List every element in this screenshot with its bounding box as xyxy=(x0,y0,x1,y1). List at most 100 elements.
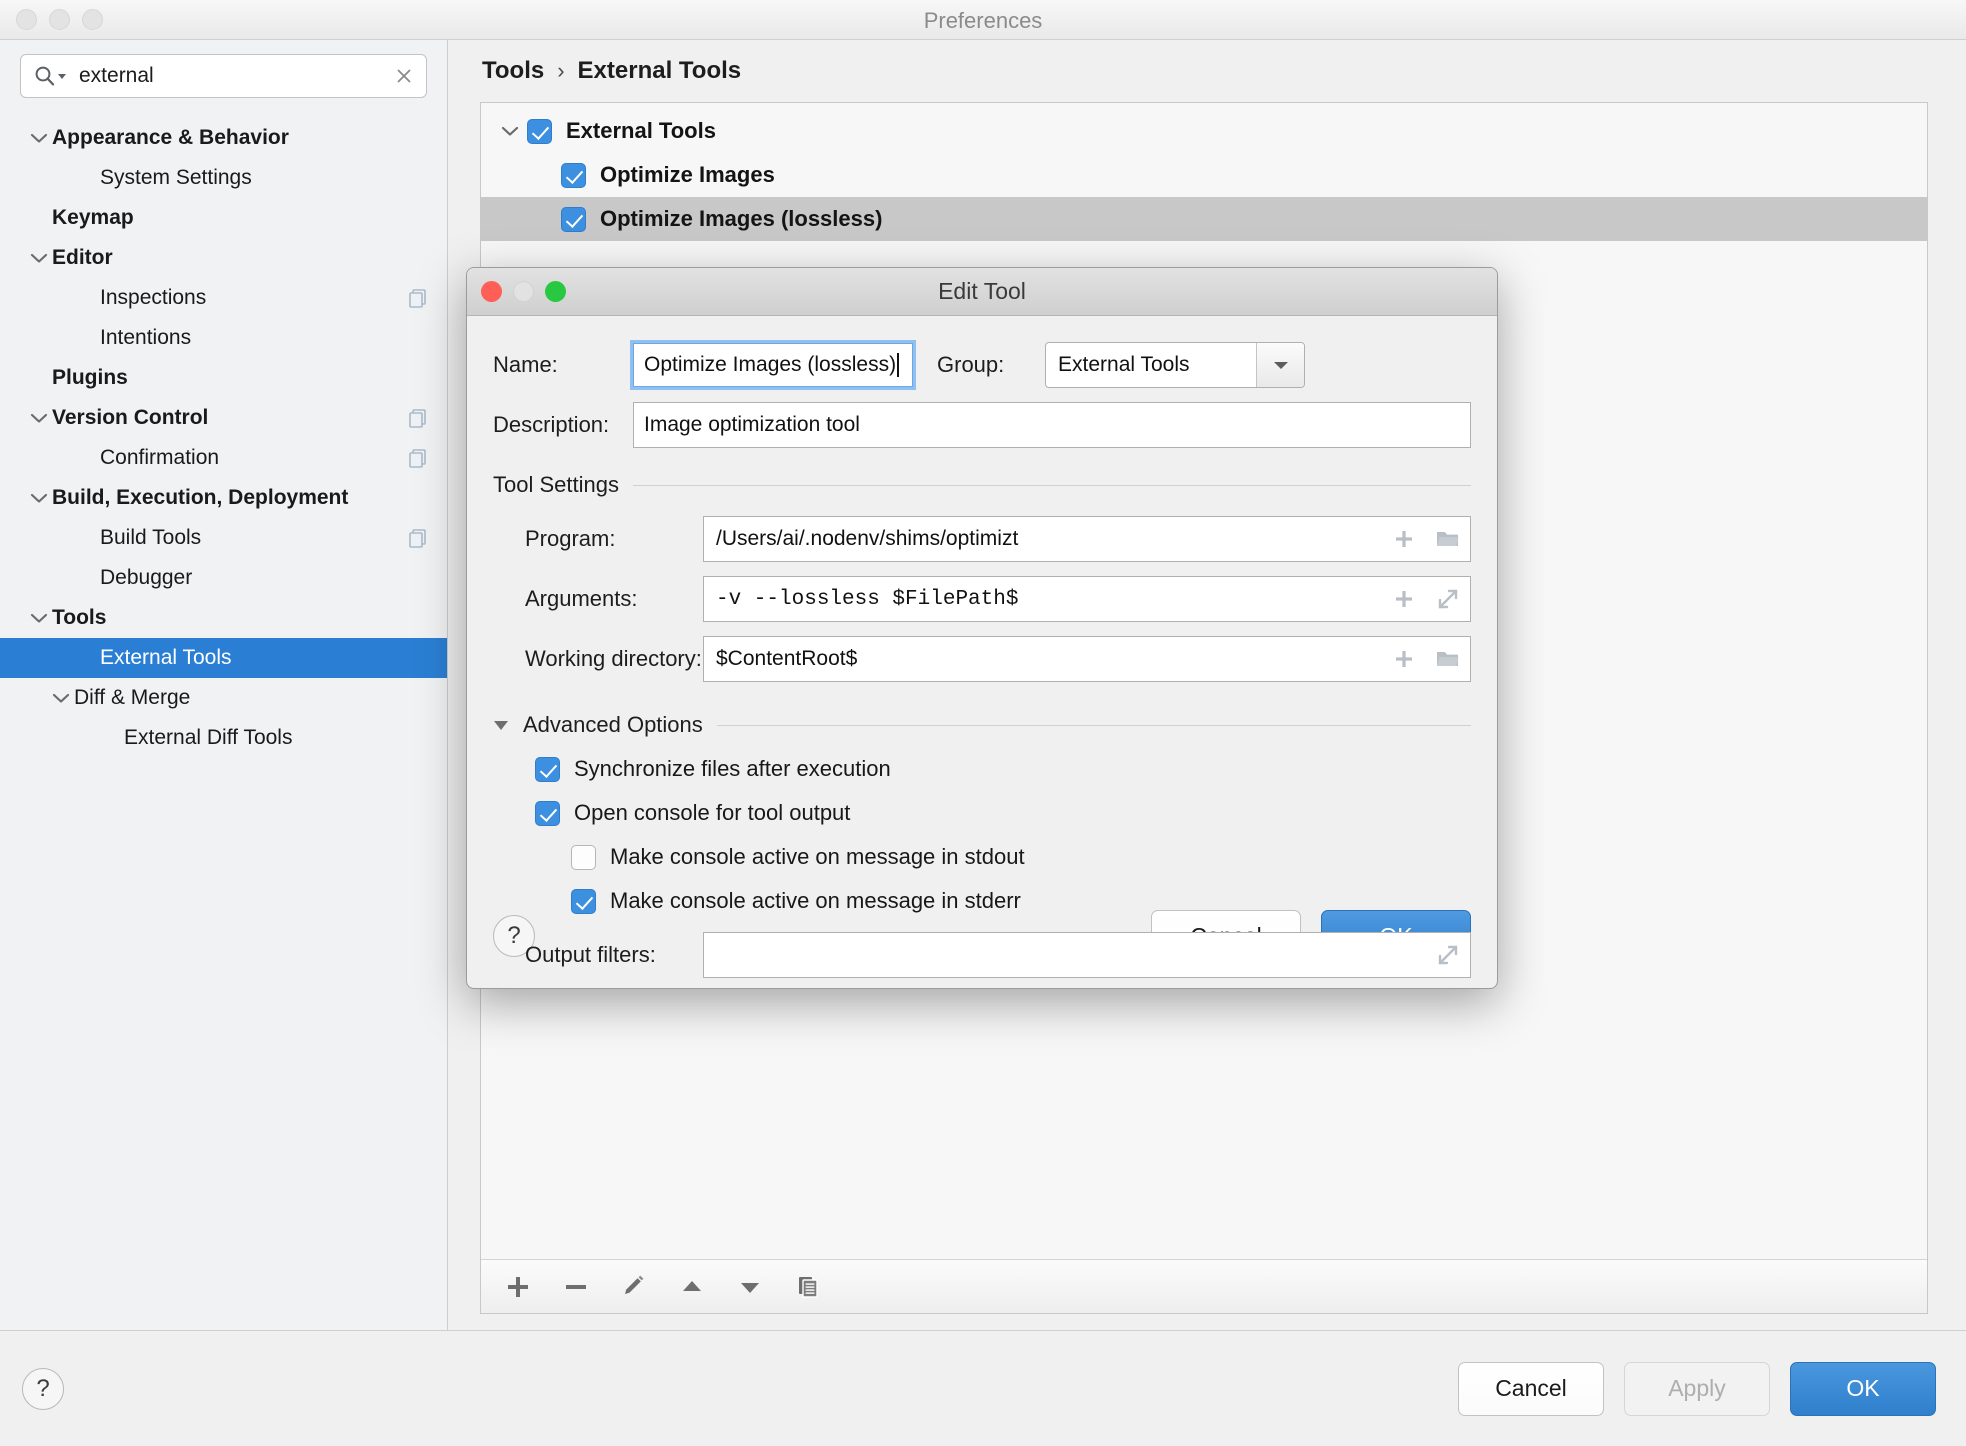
sidebar-item-keymap[interactable]: Keymap xyxy=(0,198,447,238)
sidebar-item-version-control[interactable]: Version Control xyxy=(0,398,447,438)
sidebar-item-inspections[interactable]: Inspections xyxy=(0,278,447,318)
sidebar-item-appearance-behavior[interactable]: Appearance & Behavior xyxy=(0,118,447,158)
tool-settings-section-header: Tool Settings xyxy=(493,472,1471,498)
tool-enabled-checkbox[interactable] xyxy=(561,163,586,188)
program-field[interactable]: /Users/ai/.nodenv/shims/optimizt xyxy=(703,516,1471,562)
chevron-down-icon[interactable] xyxy=(26,411,52,425)
disclosure-triangle-icon[interactable] xyxy=(493,719,509,731)
chevron-down-icon[interactable] xyxy=(1256,343,1304,387)
arguments-input[interactable]: -v --lossless $FilePath$ xyxy=(704,588,1382,611)
insert-macro-icon[interactable] xyxy=(1382,588,1426,610)
browse-folder-icon[interactable] xyxy=(1426,529,1470,549)
chevron-down-icon[interactable] xyxy=(48,691,74,705)
tool-row[interactable]: External Tools xyxy=(481,109,1927,153)
settings-sidebar: external Appearance & BehaviorSystem Set… xyxy=(0,40,448,1330)
sidebar-item-editor[interactable]: Editor xyxy=(0,238,447,278)
program-input[interactable]: /Users/ai/.nodenv/shims/optimizt xyxy=(704,527,1382,551)
copy-icon[interactable] xyxy=(407,287,429,309)
search-icon[interactable] xyxy=(33,64,57,88)
working-directory-input[interactable]: $ContentRoot$ xyxy=(704,647,1382,671)
edit-tool-titlebar: Edit Tool xyxy=(467,268,1497,316)
remove-tool-button[interactable] xyxy=(553,1267,599,1307)
breadcrumb-current: External Tools xyxy=(578,57,742,85)
advanced-option-checkbox[interactable] xyxy=(535,801,560,826)
insert-macro-icon[interactable] xyxy=(1382,528,1426,550)
name-input[interactable]: Optimize Images (lossless) xyxy=(633,343,913,387)
tool-enabled-checkbox[interactable] xyxy=(527,119,552,144)
advanced-option-row[interactable]: Make console active on message in stdout xyxy=(493,844,1471,870)
advanced-option-row[interactable]: Open console for tool output xyxy=(493,800,1471,826)
chevron-down-icon[interactable] xyxy=(26,491,52,505)
sidebar-item-plugins[interactable]: Plugins xyxy=(0,358,447,398)
working-directory-row: Working directory: $ContentRoot$ xyxy=(493,636,1471,682)
advanced-options-section-header[interactable]: Advanced Options xyxy=(493,712,1471,738)
sidebar-item-label: Intentions xyxy=(100,326,429,350)
search-dropdown-arrow[interactable] xyxy=(57,71,67,81)
settings-category-tree[interactable]: Appearance & BehaviorSystem SettingsKeym… xyxy=(0,110,447,1330)
sidebar-item-external-diff-tools[interactable]: External Diff Tools xyxy=(0,718,447,758)
sidebar-item-diff-merge[interactable]: Diff & Merge xyxy=(0,678,447,718)
copy-icon[interactable] xyxy=(407,447,429,469)
sidebar-item-label: Plugins xyxy=(52,366,429,390)
sidebar-item-build-execution-deployment[interactable]: Build, Execution, Deployment xyxy=(0,478,447,518)
copy-icon[interactable] xyxy=(407,527,429,549)
advanced-option-checkbox[interactable] xyxy=(571,845,596,870)
group-select[interactable]: External Tools xyxy=(1045,342,1305,388)
output-filters-field[interactable] xyxy=(703,932,1471,978)
browse-folder-icon[interactable] xyxy=(1426,649,1470,669)
description-label: Description: xyxy=(493,412,633,438)
tool-enabled-checkbox[interactable] xyxy=(561,207,586,232)
group-label: Group: xyxy=(937,352,1045,378)
sidebar-item-label: Version Control xyxy=(52,406,407,430)
sidebar-item-debugger[interactable]: Debugger xyxy=(0,558,447,598)
name-input-value: Optimize Images (lossless) xyxy=(644,353,896,377)
search-box[interactable]: external xyxy=(20,54,427,98)
sidebar-item-build-tools[interactable]: Build Tools xyxy=(0,518,447,558)
tool-row-label: Optimize Images xyxy=(600,162,775,188)
advanced-option-label: Open console for tool output xyxy=(574,800,850,826)
preferences-footer: ? Cancel Apply OK xyxy=(0,1330,1966,1446)
move-up-button[interactable] xyxy=(669,1267,715,1307)
tool-row[interactable]: Optimize Images (lossless) xyxy=(481,197,1927,241)
ok-button[interactable]: OK xyxy=(1790,1362,1936,1416)
sidebar-item-external-tools[interactable]: External Tools xyxy=(0,638,447,678)
working-directory-label: Working directory: xyxy=(493,646,703,672)
clear-icon[interactable] xyxy=(392,64,416,88)
advanced-option-label: Synchronize files after execution xyxy=(574,756,891,782)
advanced-option-checkbox[interactable] xyxy=(571,889,596,914)
advanced-option-label: Make console active on message in stdout xyxy=(610,844,1025,870)
add-tool-button[interactable] xyxy=(495,1267,541,1307)
apply-button[interactable]: Apply xyxy=(1624,1362,1770,1416)
chevron-down-icon[interactable] xyxy=(493,124,527,138)
search-input[interactable]: external xyxy=(79,64,392,88)
breadcrumb-root[interactable]: Tools xyxy=(482,57,544,85)
chevron-down-icon[interactable] xyxy=(26,611,52,625)
output-filters-label: Output filters: xyxy=(493,942,703,968)
working-directory-field[interactable]: $ContentRoot$ xyxy=(703,636,1471,682)
cancel-button[interactable]: Cancel xyxy=(1458,1362,1604,1416)
section-divider xyxy=(717,725,1471,726)
move-down-button[interactable] xyxy=(727,1267,773,1307)
copy-tool-button[interactable] xyxy=(785,1267,831,1307)
sidebar-item-confirmation[interactable]: Confirmation xyxy=(0,438,447,478)
chevron-down-icon[interactable] xyxy=(26,251,52,265)
window-titlebar: Preferences xyxy=(0,0,1966,40)
sidebar-item-tools[interactable]: Tools xyxy=(0,598,447,638)
expand-editor-icon[interactable] xyxy=(1426,943,1470,967)
insert-macro-icon[interactable] xyxy=(1382,648,1426,670)
expand-editor-icon[interactable] xyxy=(1426,587,1470,611)
advanced-option-checkbox[interactable] xyxy=(535,757,560,782)
chevron-down-icon[interactable] xyxy=(26,131,52,145)
arguments-field[interactable]: -v --lossless $FilePath$ xyxy=(703,576,1471,622)
edit-tool-button[interactable] xyxy=(611,1267,657,1307)
advanced-option-row[interactable]: Synchronize files after execution xyxy=(493,756,1471,782)
description-input[interactable]: Image optimization tool xyxy=(633,402,1471,448)
edit-tool-body: Name: Optimize Images (lossless) Group: … xyxy=(467,316,1497,884)
sidebar-item-intentions[interactable]: Intentions xyxy=(0,318,447,358)
sidebar-item-system-settings[interactable]: System Settings xyxy=(0,158,447,198)
copy-icon[interactable] xyxy=(407,407,429,429)
advanced-option-row[interactable]: Make console active on message in stderr xyxy=(493,888,1471,914)
help-button[interactable]: ? xyxy=(22,1368,64,1410)
tool-row[interactable]: Optimize Images xyxy=(481,153,1927,197)
external-tools-toolbar xyxy=(481,1259,1927,1313)
